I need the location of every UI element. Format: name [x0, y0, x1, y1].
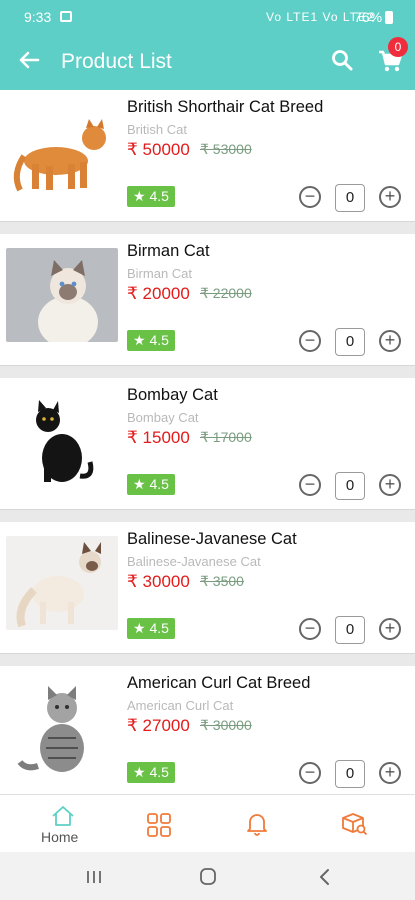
grid-icon	[147, 813, 171, 837]
product-name[interactable]: American Curl Cat Breed	[127, 674, 310, 693]
status-bar: 9:33 Vo LTE1 Vo LTE2 76%	[0, 0, 415, 34]
product-image	[6, 104, 118, 198]
system-back-icon[interactable]	[313, 866, 337, 888]
increase-quantity-button[interactable]: +	[379, 474, 401, 496]
app-bar: Product List 0	[0, 34, 415, 90]
home-button-icon[interactable]	[196, 866, 220, 888]
product-mrp: ₹ 53000	[200, 141, 252, 157]
quantity-field[interactable]: 0	[335, 184, 365, 212]
gallery-notification-icon	[60, 11, 72, 22]
product-card[interactable]: Bombay Cat Bombay Cat ₹ 15000 ₹ 17000 ★ …	[0, 378, 415, 510]
nav-home[interactable]: Home	[36, 795, 90, 853]
nav-notifications[interactable]	[243, 795, 273, 853]
quantity-field[interactable]: 0	[335, 328, 365, 356]
decrease-quantity-button[interactable]: −	[299, 762, 321, 784]
battery-level: 76%	[354, 9, 383, 25]
product-subtitle: Balinese-Javanese Cat	[127, 554, 261, 569]
nav-home-label: Home	[41, 829, 79, 845]
decrease-quantity-button[interactable]: −	[299, 618, 321, 640]
rating-badge: ★ 4.5	[127, 762, 175, 783]
product-price: ₹ 20000	[127, 284, 190, 303]
bell-icon	[247, 814, 267, 836]
product-card[interactable]: American Curl Cat Breed American Curl Ca…	[0, 666, 415, 794]
product-image	[6, 680, 118, 774]
cart-count-badge: 0	[388, 37, 408, 57]
decrease-quantity-button[interactable]: −	[299, 186, 321, 208]
nav-categories[interactable]	[145, 795, 175, 853]
product-name[interactable]: Birman Cat	[127, 242, 210, 261]
decrease-quantity-button[interactable]: −	[299, 330, 321, 352]
system-navigation-bar	[0, 852, 415, 900]
product-mrp: ₹ 22000	[200, 285, 252, 301]
increase-quantity-button[interactable]: +	[379, 762, 401, 784]
rating-badge: ★ 4.5	[127, 186, 175, 207]
product-subtitle: British Cat	[127, 122, 187, 137]
product-mrp: ₹ 3500	[200, 573, 244, 589]
increase-quantity-button[interactable]: +	[379, 186, 401, 208]
rating-badge: ★ 4.5	[127, 474, 175, 495]
battery-icon	[385, 11, 393, 24]
increase-quantity-button[interactable]: +	[379, 618, 401, 640]
recent-apps-icon[interactable]	[82, 866, 106, 888]
product-name[interactable]: Bombay Cat	[127, 386, 218, 405]
nav-orders[interactable]	[340, 795, 370, 853]
product-mrp: ₹ 17000	[200, 429, 252, 445]
increase-quantity-button[interactable]: +	[379, 330, 401, 352]
product-price: ₹ 27000	[127, 716, 190, 735]
home-icon	[52, 806, 74, 826]
box-search-icon	[342, 813, 368, 836]
decrease-quantity-button[interactable]: −	[299, 474, 321, 496]
rating-badge: ★ 4.5	[127, 330, 175, 351]
quantity-field[interactable]: 0	[335, 616, 365, 644]
product-card[interactable]: Balinese-Javanese Cat Balinese-Javanese …	[0, 522, 415, 654]
product-price: ₹ 30000	[127, 572, 190, 591]
rating-badge: ★ 4.5	[127, 618, 175, 639]
back-arrow-icon[interactable]	[16, 46, 42, 74]
product-image	[6, 536, 118, 630]
status-time: 9:33	[24, 9, 52, 25]
product-image	[6, 248, 118, 342]
product-name[interactable]: British Shorthair Cat Breed	[127, 98, 323, 117]
product-name[interactable]: Balinese-Javanese Cat	[127, 530, 297, 549]
product-list[interactable]: British Shorthair Cat Breed British Cat …	[0, 90, 415, 794]
search-icon[interactable]	[330, 48, 354, 72]
product-price: ₹ 15000	[127, 428, 190, 447]
quantity-field[interactable]: 0	[335, 760, 365, 788]
product-mrp: ₹ 30000	[200, 717, 252, 733]
bottom-navigation: Home	[0, 794, 415, 852]
product-card[interactable]: Birman Cat Birman Cat ₹ 20000 ₹ 22000 ★ …	[0, 234, 415, 366]
product-subtitle: American Curl Cat	[127, 698, 234, 713]
product-subtitle: Bombay Cat	[127, 410, 199, 425]
quantity-field[interactable]: 0	[335, 472, 365, 500]
product-price: ₹ 50000	[127, 140, 190, 159]
product-image	[6, 392, 118, 486]
product-card[interactable]: British Shorthair Cat Breed British Cat …	[0, 90, 415, 222]
product-subtitle: Birman Cat	[127, 266, 193, 281]
page-title: Product List	[61, 50, 172, 73]
